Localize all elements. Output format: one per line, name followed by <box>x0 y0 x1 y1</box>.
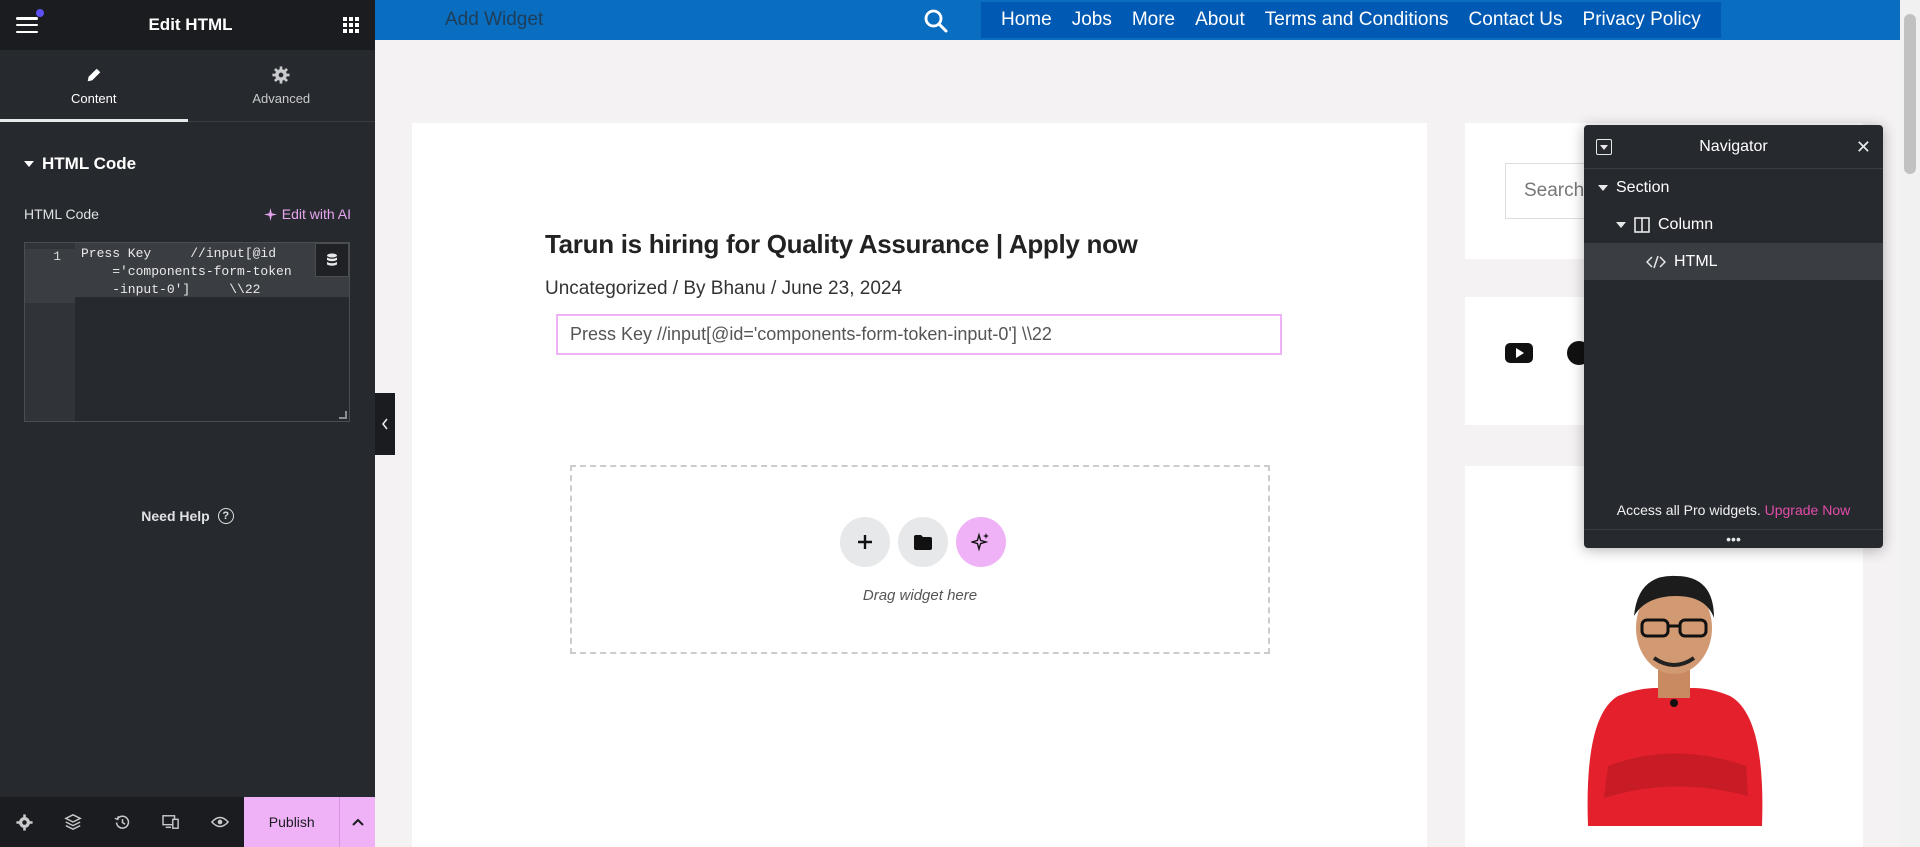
tab-advanced-label: Advanced <box>252 90 311 106</box>
publish-options-button[interactable] <box>339 797 376 847</box>
primary-menu: Home Jobs More About Terms and Condition… <box>981 2 1721 38</box>
drag-widget-text: Drag widget here <box>862 587 978 604</box>
add-widget-text: Add Widget <box>445 9 544 30</box>
responsive-mode-button[interactable] <box>147 797 196 847</box>
drop-zone-buttons <box>840 517 1006 567</box>
html-widget-preview[interactable]: Press Key //input[@id='components-form-t… <box>556 314 1282 355</box>
menu-hamburger-icon[interactable] <box>16 9 44 33</box>
responsive-icon <box>162 815 179 829</box>
tab-content[interactable]: Content <box>0 50 188 122</box>
caret-down-icon <box>24 161 34 167</box>
panel-footer: Publish <box>0 797 376 847</box>
navigator-item-column[interactable]: Column <box>1584 206 1883 243</box>
edit-with-ai-button[interactable]: Edit with AI <box>263 206 351 222</box>
scrollbar-thumb[interactable] <box>1904 14 1916 174</box>
preview-eye-icon <box>210 816 229 828</box>
history-button[interactable] <box>98 797 147 847</box>
post-title: Tarun is hiring for Quality Assurance | … <box>545 229 1138 259</box>
collapse-panel-button[interactable] <box>375 393 395 455</box>
plus-icon <box>858 535 872 549</box>
menu-item-jobs[interactable]: Jobs <box>1062 9 1122 31</box>
publish-button[interactable]: Publish <box>244 797 340 847</box>
navigator-resize-handle[interactable]: ••• <box>1584 529 1883 546</box>
menu-item-more[interactable]: More <box>1122 9 1185 31</box>
help-question-icon: ? <box>217 508 234 524</box>
widget-drop-zone[interactable]: Drag widget here <box>570 465 1270 654</box>
layers-button[interactable] <box>49 797 98 847</box>
upgrade-now-link[interactable]: Upgrade Now <box>1765 502 1851 518</box>
chevron-up-icon <box>351 818 364 826</box>
resize-handle[interactable] <box>339 411 347 419</box>
code-text[interactable]: Press Key //input[@id ='components-form-… <box>75 243 349 421</box>
menu-item-contact[interactable]: Contact Us <box>1459 9 1573 31</box>
preview-button[interactable] <box>196 797 245 847</box>
navigator-pro-promo: Access all Pro widgets. Upgrade Now <box>1584 502 1883 518</box>
widgets-grid-icon[interactable] <box>342 17 359 33</box>
ai-sparkle-icon <box>263 207 277 221</box>
code-icon <box>1646 255 1666 268</box>
navigator-item-label: HTML <box>1674 252 1718 270</box>
database-icon <box>327 253 337 266</box>
page-scrollbar[interactable] <box>1900 0 1920 847</box>
navigator-item-html[interactable]: HTML <box>1584 243 1883 280</box>
caret-down-icon[interactable] <box>1598 184 1608 191</box>
post-meta: Uncategorized / By Bhanu / June 23, 2024 <box>545 278 903 299</box>
line-number: 1 <box>25 249 75 303</box>
caret-down-icon[interactable] <box>1616 221 1626 228</box>
navigator-panel: Navigator ✕ Section Column HTML Access a… <box>1584 125 1883 548</box>
html-code-editor[interactable]: 1 Press Key //input[@id ='components-for… <box>24 242 350 422</box>
tab-content-label: Content <box>70 90 117 106</box>
need-help-label: Need Help <box>141 508 210 524</box>
navigator-title: Navigator <box>1699 137 1768 155</box>
youtube-icon[interactable] <box>1505 343 1533 363</box>
collapse-all-icon[interactable] <box>1596 139 1612 155</box>
html-code-label: HTML Code <box>24 206 99 222</box>
need-help-link[interactable]: Need Help ? <box>0 508 375 524</box>
ai-generate-button[interactable] <box>956 517 1006 567</box>
html-widget-output: Press Key //input[@id='components-form-t… <box>570 324 1052 344</box>
settings-icon <box>16 813 33 831</box>
post-content-area: Tarun is hiring for Quality Assurance | … <box>412 123 1427 847</box>
layers-icon <box>64 813 83 831</box>
html-code-section-toggle[interactable]: HTML Code <box>0 140 375 188</box>
add-section-button[interactable] <box>840 517 890 567</box>
navigator-item-label: Column <box>1658 215 1714 233</box>
folder-icon <box>914 534 932 550</box>
profile-photo <box>1587 575 1763 826</box>
close-icon[interactable]: ✕ <box>1856 137 1871 158</box>
menu-item-privacy[interactable]: Privacy Policy <box>1573 9 1711 31</box>
dynamic-tags-button[interactable] <box>315 243 349 277</box>
navigator-item-section[interactable]: Section <box>1584 169 1883 206</box>
history-icon <box>114 814 129 829</box>
navigator-header[interactable]: Navigator ✕ <box>1584 125 1883 169</box>
site-header: Add Widget Home Jobs More About Terms an… <box>375 0 1900 40</box>
editor-panel: Edit HTML Content Advanced HTML Code HTM… <box>0 0 376 847</box>
column-icon <box>1634 216 1650 233</box>
panel-tabs: Content Advanced <box>0 50 375 122</box>
panel-title: Edit HTML <box>148 15 233 34</box>
gear-icon <box>272 65 290 84</box>
search-icon[interactable] <box>923 8 949 34</box>
menu-item-home[interactable]: Home <box>991 9 1062 31</box>
ai-sparkle-icon <box>971 532 989 552</box>
line-gutter: 1 <box>25 243 75 421</box>
chevron-left-icon <box>381 418 388 430</box>
pencil-icon <box>87 68 101 81</box>
pro-text: Access all Pro widgets. <box>1616 502 1761 518</box>
navigator-item-label: Section <box>1616 178 1670 196</box>
code-label-row: HTML Code Edit with AI <box>0 206 375 222</box>
panel-header: Edit HTML <box>0 0 375 50</box>
notification-dot <box>36 9 44 17</box>
section-title: HTML Code <box>42 154 137 173</box>
settings-button[interactable] <box>0 797 49 847</box>
add-template-button[interactable] <box>898 517 948 567</box>
menu-item-about[interactable]: About <box>1185 9 1255 31</box>
tab-advanced[interactable]: Advanced <box>188 50 376 121</box>
edit-with-ai-label: Edit with AI <box>281 206 351 222</box>
search-placeholder: Search <box>1524 180 1585 201</box>
menu-item-terms[interactable]: Terms and Conditions <box>1255 9 1459 31</box>
